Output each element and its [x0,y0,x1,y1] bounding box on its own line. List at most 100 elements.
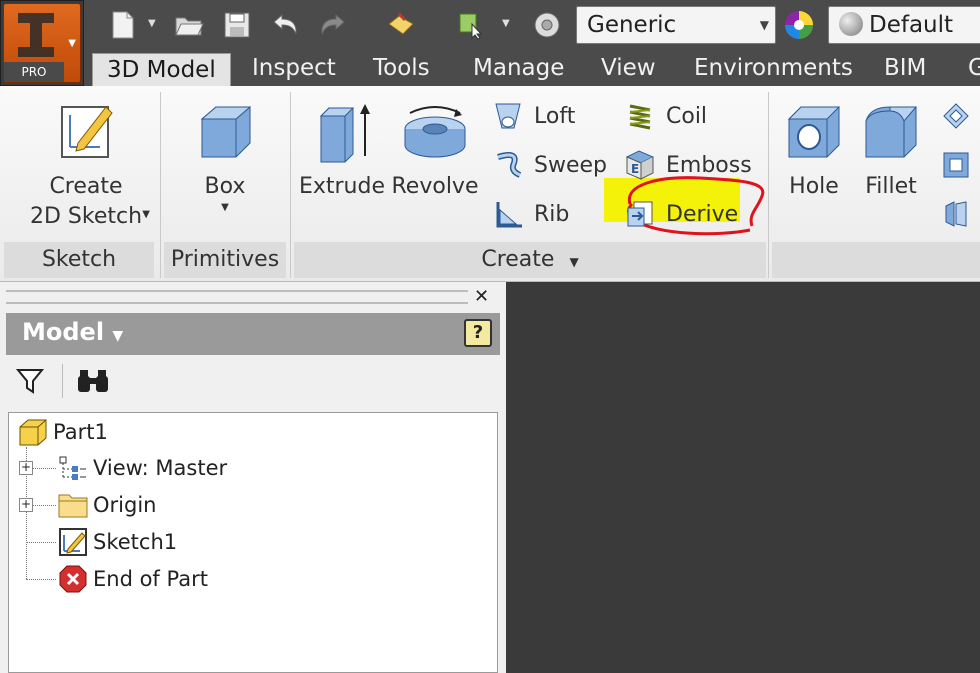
fillet-icon [856,92,926,172]
box-label: Box [204,174,246,199]
fillet-button[interactable]: Fillet [856,92,926,202]
update-icon[interactable] [384,8,418,42]
revolve-button[interactable]: Revolve [390,92,480,202]
tree-item-label: View: Master [93,456,228,480]
create-2d-sketch-button[interactable]: Create 2D Sketch ▼ [14,92,158,232]
browser-title-menu[interactable]: Model ▼ [22,318,123,346]
material-value: Generic [587,12,677,38]
sweep-label: Sweep [534,152,607,178]
draft-button[interactable] [938,145,980,185]
browser-title: Model [22,318,105,346]
tab-bim[interactable]: BIM [884,52,926,86]
expand-icon[interactable]: + [19,498,33,512]
open-folder-icon[interactable] [172,8,206,42]
hole-icon [776,92,852,172]
box-button[interactable]: Box ▼ [170,92,280,214]
default-sphere-icon [839,12,863,36]
model-browser-tree: Part1 + View: Master + Origin Sketch1 En… [8,412,498,673]
emboss-label: Emboss [666,152,752,178]
create-2d-sketch-line1: Create [49,174,123,199]
derive-icon [622,196,658,232]
tab-view[interactable]: View [601,52,656,86]
part-cube-icon [17,416,49,448]
application-menu-button[interactable]: ▼ PRO [0,0,84,86]
appearance-color-wheel-icon[interactable] [782,8,816,42]
tab-inspect[interactable]: Inspect [252,52,336,86]
create-panel-title[interactable]: Create ▼ [294,242,766,278]
tab-manage[interactable]: Manage [473,52,564,86]
sweep-icon [490,147,526,183]
derive-label: Derive [666,201,739,227]
hole-button[interactable]: Hole [776,92,852,202]
split-icon [938,196,974,232]
rib-icon [490,196,526,232]
extrude-label: Extrude [298,174,386,199]
revolve-label: Revolve [391,174,479,199]
emboss-button[interactable]: E Emboss [622,145,752,185]
material-sphere-icon[interactable] [530,8,564,42]
inventor-logo: ▼ PRO [3,3,81,83]
select-filter-icon[interactable] [454,8,488,42]
tree-item-label: Origin [93,493,157,517]
material-select[interactable]: Generic ▼ [576,6,776,44]
sketch-icon [14,92,158,172]
redo-icon[interactable] [316,8,350,42]
panel-divider [290,92,291,278]
tree-item-label: Part1 [53,420,108,444]
panel-divider [160,92,161,278]
tree-item-view-master[interactable]: View: Master [57,451,227,485]
select-dropdown-icon[interactable]: ▼ [502,18,510,29]
tree-item-end-of-part[interactable]: End of Part [57,562,208,596]
view-representation-icon [57,452,89,484]
filter-icon[interactable] [15,368,45,398]
tree-item-origin[interactable]: Origin [57,488,156,522]
browser-pane-grip[interactable] [6,290,468,304]
svg-text:E: E [631,162,639,176]
new-file-icon[interactable] [106,8,140,42]
save-icon[interactable] [220,8,254,42]
tree-item-sketch1[interactable]: Sketch1 [57,525,177,559]
hole-label: Hole [789,174,839,199]
undo-icon[interactable] [268,8,302,42]
box-icon [170,92,280,172]
graphics-viewport[interactable] [506,282,980,673]
tab-environments[interactable]: Environments [694,52,853,86]
shell-icon [938,98,974,134]
chevron-down-icon: ▼ [68,38,76,49]
loft-button[interactable]: Loft [490,96,575,136]
chevron-down-icon: ▼ [569,255,579,269]
loft-icon [490,98,526,134]
chevron-down-icon: ▼ [759,18,769,32]
appearance-select[interactable]: Default [828,6,980,44]
expand-icon[interactable]: + [19,461,33,475]
coil-button[interactable]: Coil [622,96,707,136]
rib-button[interactable]: Rib [490,194,569,234]
box-dropdown-icon: ▼ [221,202,229,213]
sweep-button[interactable]: Sweep [490,145,607,185]
tab-tools[interactable]: Tools [373,52,430,86]
sketch-dropdown-icon: ▼ [142,209,150,220]
close-icon[interactable]: ✕ [474,286,489,307]
folder-icon [57,489,89,521]
sketch-icon [57,526,89,558]
tab-3d-model[interactable]: 3D Model [92,53,231,87]
binoculars-find-icon[interactable] [76,368,110,398]
new-dropdown-icon[interactable]: ▼ [148,18,156,29]
split-button[interactable] [938,194,980,234]
ribbon-tab-bar: 3D Model Inspect Tools Manage View Envir… [84,52,980,87]
derive-button[interactable]: Derive [622,194,738,234]
chevron-down-icon: ▼ [112,328,124,344]
modify-panel-title [772,242,980,278]
appearance-value: Default [869,12,954,38]
extrude-button[interactable]: Extrude [298,92,386,202]
create-panel-title-label: Create [481,247,555,272]
fillet-label: Fillet [865,174,917,199]
tree-item-label: End of Part [93,567,208,591]
help-icon[interactable]: ? [464,319,492,347]
tab-overflow[interactable]: G [968,52,980,86]
pro-badge: PRO [4,62,64,82]
loft-label: Loft [534,103,576,129]
shell-button[interactable] [938,96,980,136]
tree-item-part1[interactable]: Part1 [17,415,108,449]
rib-label: Rib [534,201,570,227]
